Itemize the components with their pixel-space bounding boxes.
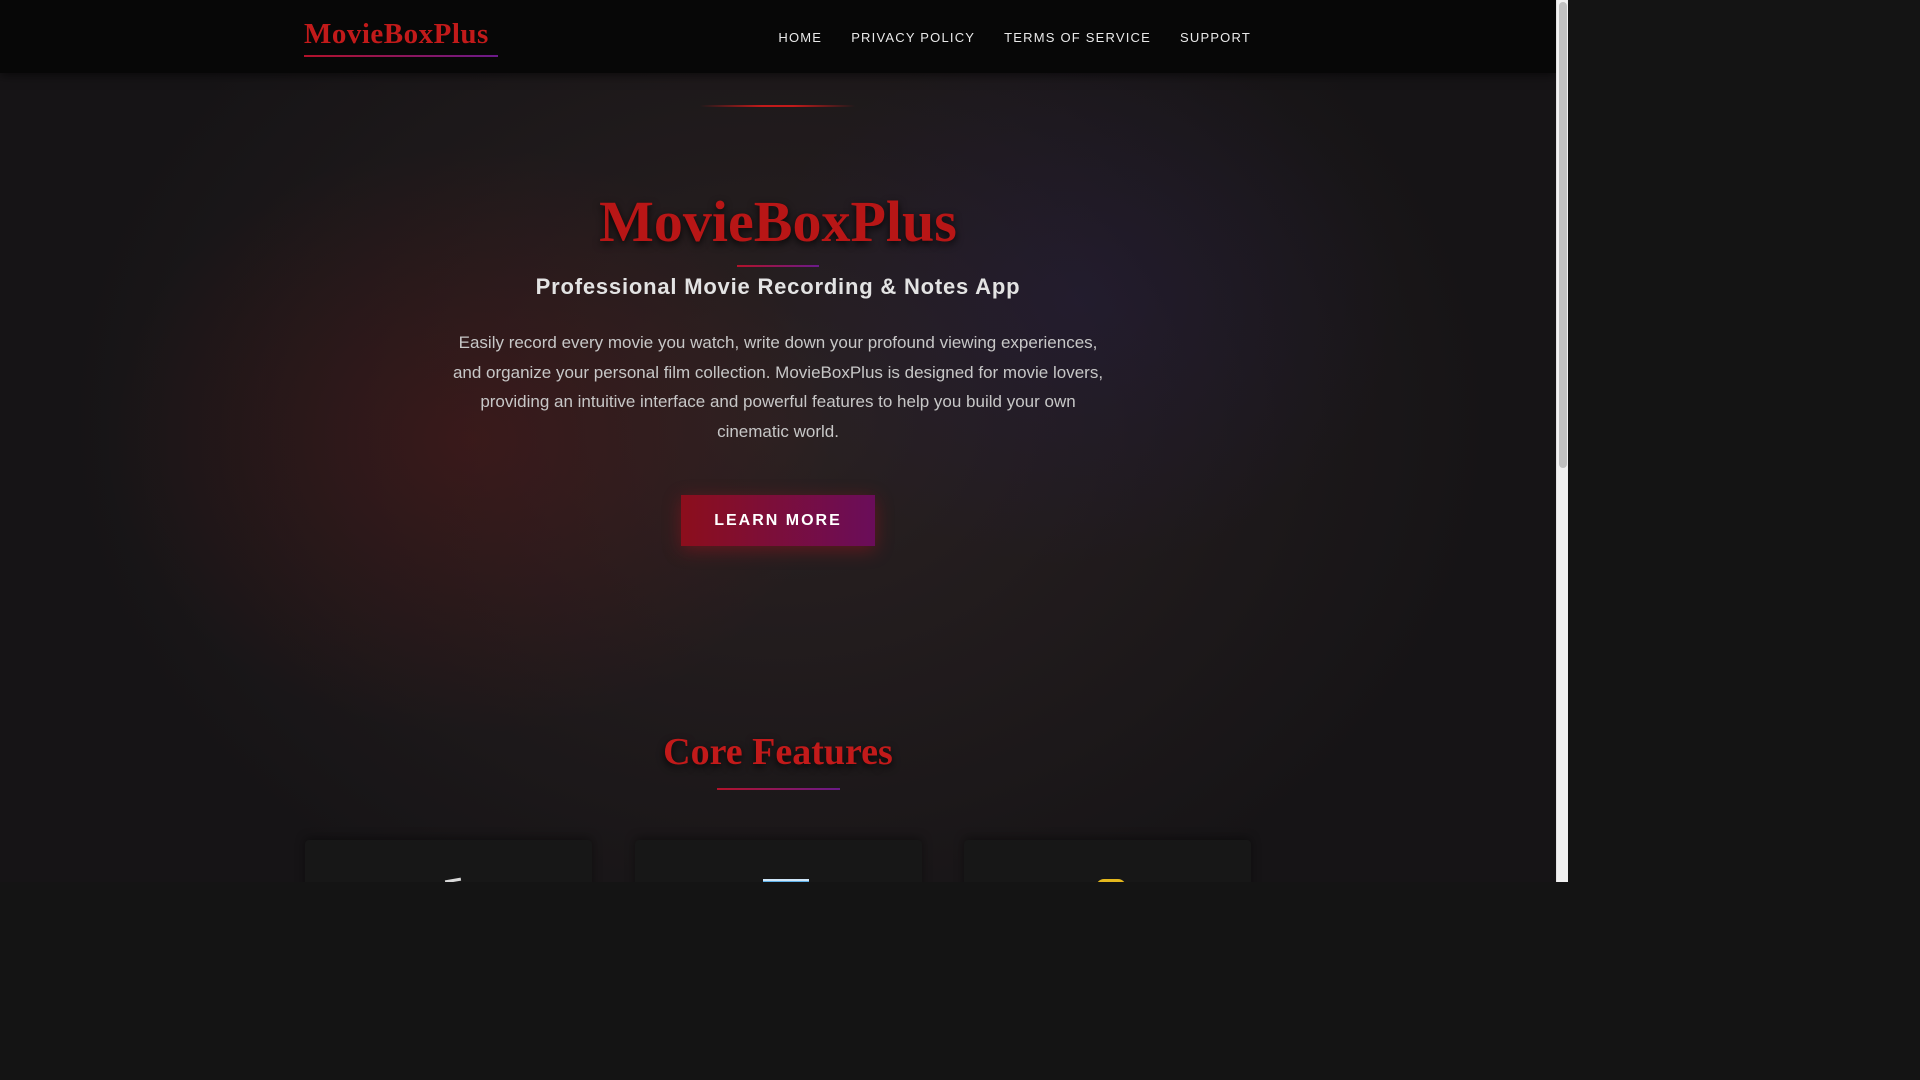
nav-home[interactable]: HOME bbox=[778, 30, 822, 45]
logo-underline bbox=[304, 55, 498, 57]
nav-support[interactable]: SUPPORT bbox=[1180, 30, 1251, 45]
star-icon bbox=[1094, 878, 1126, 882]
feature-card-1 bbox=[305, 840, 592, 882]
page-scrollbar[interactable] bbox=[1556, 0, 1568, 882]
hero-title: MovieBoxPlus bbox=[599, 189, 957, 254]
clapperboard-icon bbox=[435, 878, 463, 882]
hero-top-accent-line bbox=[700, 105, 855, 107]
nav-privacy-policy[interactable]: PRIVACY POLICY bbox=[851, 30, 975, 45]
page: MovieBoxPlus HOME PRIVACY POLICY TERMS O… bbox=[0, 0, 1568, 882]
hero-description: Easily record every movie you watch, wri… bbox=[452, 333, 1104, 441]
hero-title-divider bbox=[737, 265, 819, 267]
hero-subtitle: Professional Movie Recording & Notes App bbox=[535, 274, 1021, 299]
feature-card-3 bbox=[964, 840, 1251, 882]
site-header: MovieBoxPlus HOME PRIVACY POLICY TERMS O… bbox=[0, 0, 1556, 73]
notes-icon bbox=[762, 878, 809, 882]
features-heading-divider bbox=[717, 788, 840, 790]
learn-more-button[interactable]: LEARN MORE bbox=[681, 495, 875, 546]
scrollbar-thumb[interactable] bbox=[1559, 2, 1567, 468]
main-nav: HOME PRIVACY POLICY TERMS OF SERVICE SUP… bbox=[778, 30, 1251, 45]
features-heading: Core Features bbox=[663, 731, 893, 773]
feature-card-2 bbox=[635, 840, 922, 882]
site-logo[interactable]: MovieBoxPlus bbox=[304, 18, 489, 51]
nav-terms-of-service[interactable]: TERMS OF SERVICE bbox=[1004, 30, 1151, 45]
